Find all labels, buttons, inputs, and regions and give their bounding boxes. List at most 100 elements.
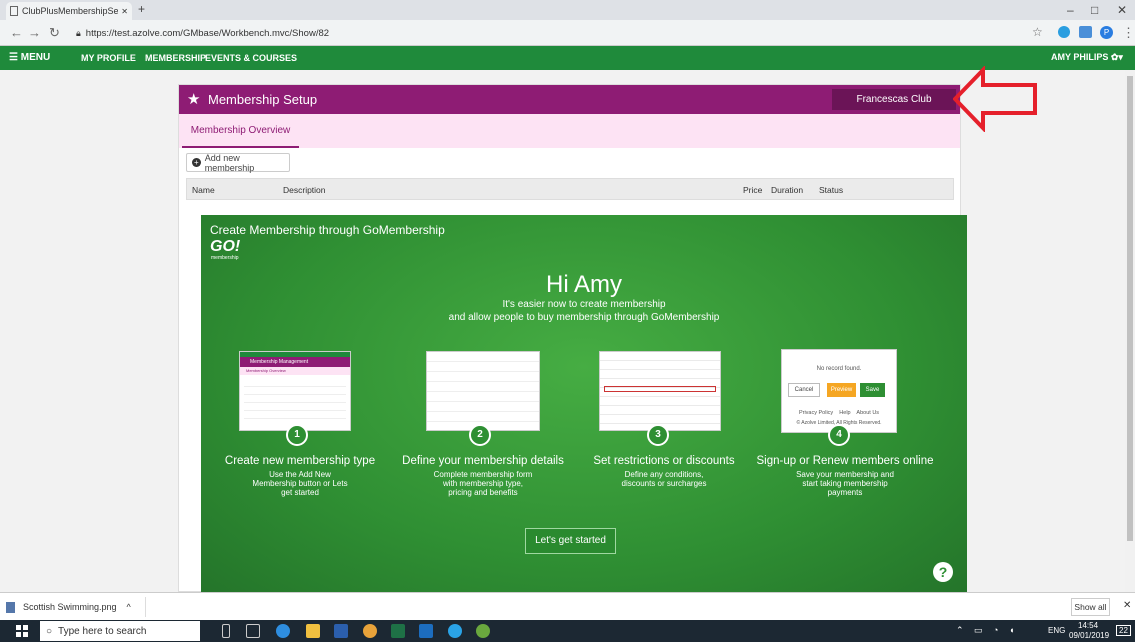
tab-membership-overview[interactable]: Membership Overview — [182, 114, 299, 148]
windows-start-icon[interactable] — [16, 625, 28, 637]
new-tab-button[interactable]: + — [138, 2, 145, 16]
excel-icon[interactable] — [391, 624, 405, 638]
notification-badge[interactable]: 22 — [1116, 625, 1131, 636]
url-field[interactable]: 🔒︎ https://test.azolve.com/GMbase/Workbe… — [76, 24, 1026, 42]
greeting: Hi Amy — [545, 271, 622, 298]
step-4-desc-line: payments — [827, 488, 863, 497]
browser-menu-icon[interactable]: ⋮ — [1122, 25, 1135, 41]
skype-extension-icon[interactable] — [1058, 26, 1070, 38]
download-item[interactable]: Scottish Swimming.png ^ — [6, 597, 146, 617]
task-view-icon[interactable] — [246, 624, 260, 638]
app-icon[interactable] — [476, 624, 490, 638]
step-2-title: Define your membership details — [402, 455, 564, 467]
step-2-badge: 2 — [469, 424, 491, 446]
nav-item-my-profile[interactable]: MY PROFILE — [81, 53, 136, 63]
step-3-desc-line: Define any conditions, — [624, 470, 704, 479]
bookmark-star-icon[interactable]: ☆ — [1032, 25, 1043, 39]
downloads-bar: Scottish Swimming.png ^ Show all ✕ — [0, 592, 1135, 620]
file-explorer-icon[interactable] — [306, 624, 320, 638]
step-1-screenshot: Membership Management Membership Overvie… — [239, 351, 351, 431]
close-window-button[interactable]: ✕ — [1117, 3, 1127, 17]
windows-taskbar: ○ Type here to search ⌃ ▭ ◔ ◖ ENG 14:54 … — [0, 620, 1135, 642]
go-logo: GO! — [210, 238, 241, 255]
download-filename: Scottish Swimming.png — [23, 602, 117, 612]
tab-title: ClubPlusMembershipSetup - Goli — [22, 6, 119, 16]
search-placeholder: Type here to search — [58, 625, 147, 637]
column-duration[interactable]: Duration — [771, 185, 803, 195]
step-2-desc-line: with membership type, — [442, 479, 524, 488]
step-1-desc-line: Membership button or Lets — [252, 479, 348, 488]
reload-icon[interactable]: ↻ — [49, 25, 60, 41]
thumb-header: Membership Management — [240, 357, 350, 367]
step-4-desc-line: start taking membership — [802, 479, 888, 488]
column-status[interactable]: Status — [819, 185, 843, 195]
no-record-text: No record found. — [816, 366, 862, 372]
intro-line-1: It's easier now to create membership — [502, 299, 666, 310]
outlook-icon[interactable] — [419, 624, 433, 638]
step-4-desc-line: Save your membership and — [796, 470, 894, 479]
show-all-button[interactable]: Show all — [1071, 598, 1110, 616]
step-1-desc-line: Use the Add New — [269, 470, 331, 479]
step-4-screenshot: No record found. Cancel Preview Save Pri… — [781, 349, 897, 433]
back-icon[interactable]: ← — [10, 25, 23, 40]
skype-icon[interactable] — [448, 624, 462, 638]
clock-date[interactable]: 09/01/2019 — [1069, 631, 1109, 640]
promo-heading: Create Membership through GoMembership — [210, 223, 445, 237]
club-selector-button[interactable]: Francescas Club — [832, 89, 956, 110]
thumb-tab: Membership Overview — [240, 367, 350, 375]
step-1-title: Create new membership type — [224, 455, 376, 467]
scrollbar-thumb[interactable] — [1127, 76, 1133, 541]
page-content: ★ Membership Setup Francescas Club Membe… — [0, 66, 1135, 595]
step-1-desc-line: get started — [281, 488, 319, 497]
step-2-desc: Complete membership form with membership… — [397, 470, 569, 497]
step-1-badge: 1 — [286, 424, 308, 446]
panel-header: ★ Membership Setup Francescas Club — [179, 85, 960, 114]
step-1-desc: Use the Add New Membership button or Let… — [219, 470, 381, 497]
clock-time[interactable]: 14:54 — [1078, 621, 1098, 630]
minimize-button[interactable]: – — [1067, 3, 1074, 17]
word-icon[interactable] — [334, 624, 348, 638]
step-3-screenshot — [599, 351, 721, 431]
language-indicator[interactable]: ENG — [1048, 626, 1065, 635]
forward-icon[interactable]: → — [28, 25, 41, 40]
plus-circle-icon: + — [192, 158, 201, 167]
extension-icon[interactable] — [1079, 26, 1092, 38]
thumb-preview-button: Preview — [827, 383, 856, 397]
user-menu[interactable]: AMY PHILIPS ✿▾ — [1051, 52, 1123, 63]
step-3-desc: Define any conditions, discounts or surc… — [581, 470, 747, 488]
menu-button[interactable]: ☰ MENU — [9, 52, 50, 63]
step-4-desc: Save your membership and start taking me… — [753, 470, 937, 497]
taskbar-search[interactable]: ○ Type here to search — [40, 621, 200, 641]
maximize-button[interactable]: □ — [1091, 3, 1098, 17]
chrome-icon[interactable] — [363, 624, 377, 638]
step-4-badge: 4 — [828, 424, 850, 446]
column-name[interactable]: Name — [192, 185, 215, 195]
step-3-desc-line: discounts or surcharges — [621, 479, 707, 488]
star-icon: ★ — [187, 91, 201, 108]
step-3-badge: 3 — [647, 424, 669, 446]
column-description[interactable]: Description — [283, 185, 326, 195]
step-2-desc-line: pricing and benefits — [448, 488, 518, 497]
page-scrollbar[interactable] — [1125, 70, 1135, 592]
lets-get-started-button[interactable]: Let's get started — [525, 528, 616, 554]
nav-item-membership[interactable]: MEMBERSHIP — [145, 53, 206, 63]
annotation-arrow-icon — [953, 66, 1037, 132]
step-4-title: Sign-up or Renew members online — [756, 455, 934, 467]
system-tray-icons[interactable]: ⌃ ▭ ◔ ◖ — [956, 625, 1018, 636]
browser-tab[interactable]: ClubPlusMembershipSetup - Goli ✕ — [6, 2, 132, 20]
help-icon[interactable]: ? — [933, 562, 953, 582]
column-price[interactable]: Price — [743, 185, 762, 195]
search-icon: ○ — [46, 625, 53, 637]
profile-avatar[interactable]: P — [1100, 26, 1113, 39]
page-icon — [10, 6, 18, 16]
image-file-icon — [6, 601, 15, 613]
chevron-up-icon[interactable]: ^ — [127, 602, 131, 612]
add-membership-button[interactable]: + Add new membership — [186, 153, 290, 173]
microphone-icon[interactable] — [222, 624, 230, 638]
nav-item-events-courses[interactable]: EVENTS & COURSES — [205, 53, 297, 63]
lock-icon: 🔒︎ — [76, 27, 81, 38]
edge-icon[interactable] — [276, 624, 290, 638]
close-downloads-icon[interactable]: ✕ — [1123, 600, 1131, 611]
tab-close-icon[interactable]: ✕ — [121, 7, 128, 16]
membership-setup-panel: ★ Membership Setup Francescas Club Membe… — [178, 84, 967, 595]
